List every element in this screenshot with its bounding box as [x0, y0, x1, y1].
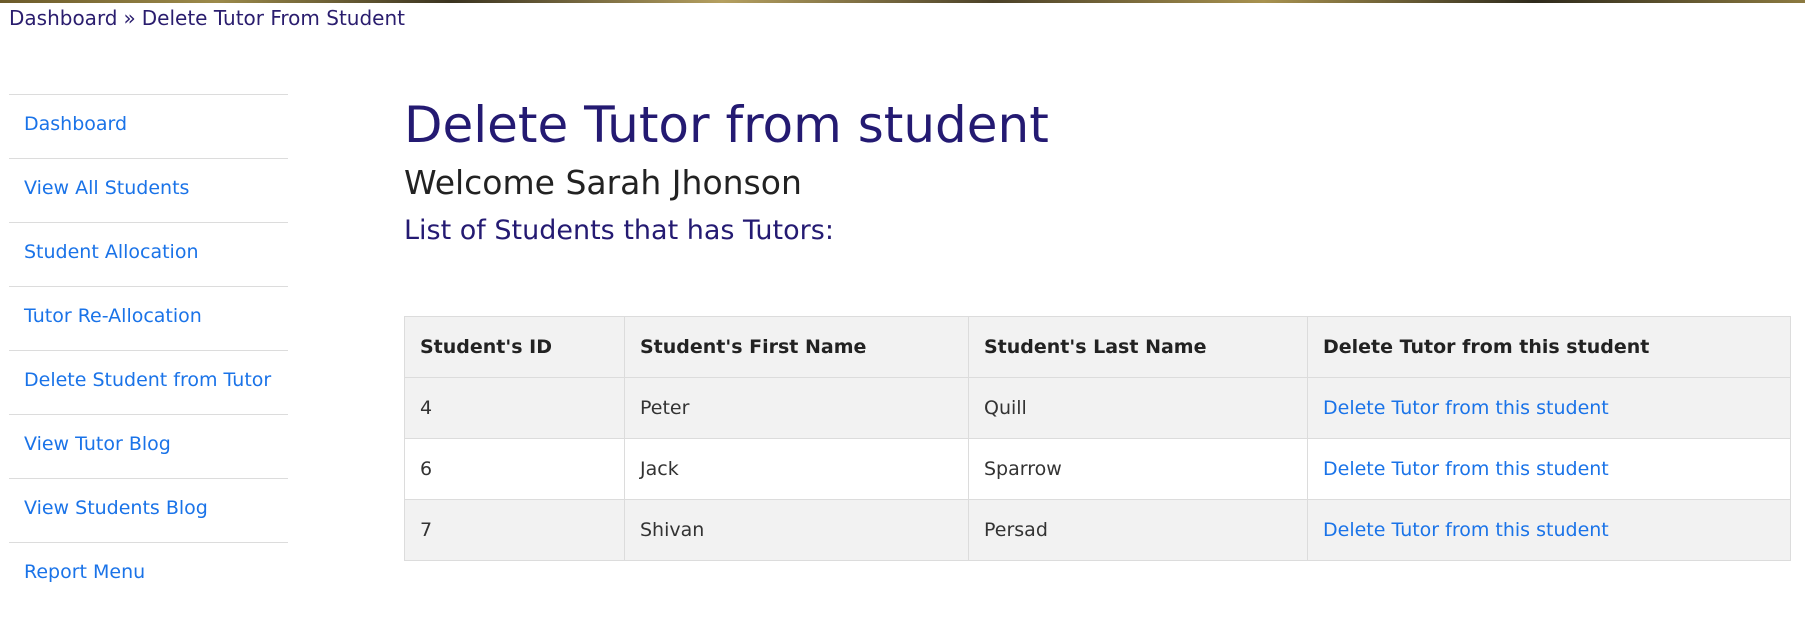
cell-student-id: 7 [404, 499, 625, 561]
main-content: Delete Tutor from student Welcome Sarah … [404, 92, 1791, 561]
table-header-row: Student's ID Student's First Name Studen… [404, 316, 1791, 378]
sidebar-item-tutor-reallocation[interactable]: Tutor Re-Allocation [9, 286, 288, 350]
breadcrumb-separator: » [123, 6, 136, 30]
column-header-student-id: Student's ID [404, 316, 625, 378]
table-row: 7 Shivan Persad Delete Tutor from this s… [404, 499, 1791, 561]
sidebar-item-view-tutor-blog[interactable]: View Tutor Blog [9, 414, 288, 478]
cell-last-name: Persad [968, 499, 1308, 561]
cell-last-name: Sparrow [968, 438, 1308, 500]
delete-tutor-link[interactable]: Delete Tutor from this student [1323, 397, 1609, 419]
list-heading: List of Students that has Tutors: [404, 215, 834, 246]
page-title: Delete Tutor from student [404, 96, 1049, 154]
column-header-delete-action: Delete Tutor from this student [1307, 316, 1791, 378]
cell-student-id: 6 [404, 438, 625, 500]
cell-first-name: Peter [624, 377, 969, 439]
cell-student-id: 4 [404, 377, 625, 439]
delete-tutor-link[interactable]: Delete Tutor from this student [1323, 458, 1609, 480]
table-row: 6 Jack Sparrow Delete Tutor from this st… [404, 438, 1791, 500]
breadcrumb: Dashboard» Delete Tutor From Student [9, 6, 405, 30]
breadcrumb-current: Delete Tutor From Student [141, 6, 405, 30]
column-header-last-name: Student's Last Name [968, 316, 1308, 378]
sidebar-item-report-menu[interactable]: Report Menu [9, 542, 288, 606]
sidebar-item-student-allocation[interactable]: Student Allocation [9, 222, 288, 286]
sidebar-nav: Dashboard View All Students Student Allo… [9, 94, 288, 606]
sidebar-item-delete-student-from-tutor[interactable]: Delete Student from Tutor [9, 350, 288, 414]
sidebar-item-dashboard[interactable]: Dashboard [9, 94, 288, 158]
delete-tutor-link[interactable]: Delete Tutor from this student [1323, 519, 1609, 541]
cell-first-name: Jack [624, 438, 969, 500]
table-row: 4 Peter Quill Delete Tutor from this stu… [404, 377, 1791, 439]
cell-delete-action: Delete Tutor from this student [1307, 499, 1791, 561]
cell-first-name: Shivan [624, 499, 969, 561]
students-with-tutors-table: Student's ID Student's First Name Studen… [404, 316, 1791, 561]
header-banner-strip [0, 0, 1805, 3]
students-table-wrapper: Student's ID Student's First Name Studen… [404, 316, 1791, 561]
cell-delete-action: Delete Tutor from this student [1307, 377, 1791, 439]
sidebar-item-view-all-students[interactable]: View All Students [9, 158, 288, 222]
sidebar-item-view-students-blog[interactable]: View Students Blog [9, 478, 288, 542]
cell-delete-action: Delete Tutor from this student [1307, 438, 1791, 500]
breadcrumb-home-link[interactable]: Dashboard [9, 6, 118, 30]
welcome-message: Welcome Sarah Jhonson [404, 163, 802, 202]
cell-last-name: Quill [968, 377, 1308, 439]
column-header-first-name: Student's First Name [624, 316, 969, 378]
